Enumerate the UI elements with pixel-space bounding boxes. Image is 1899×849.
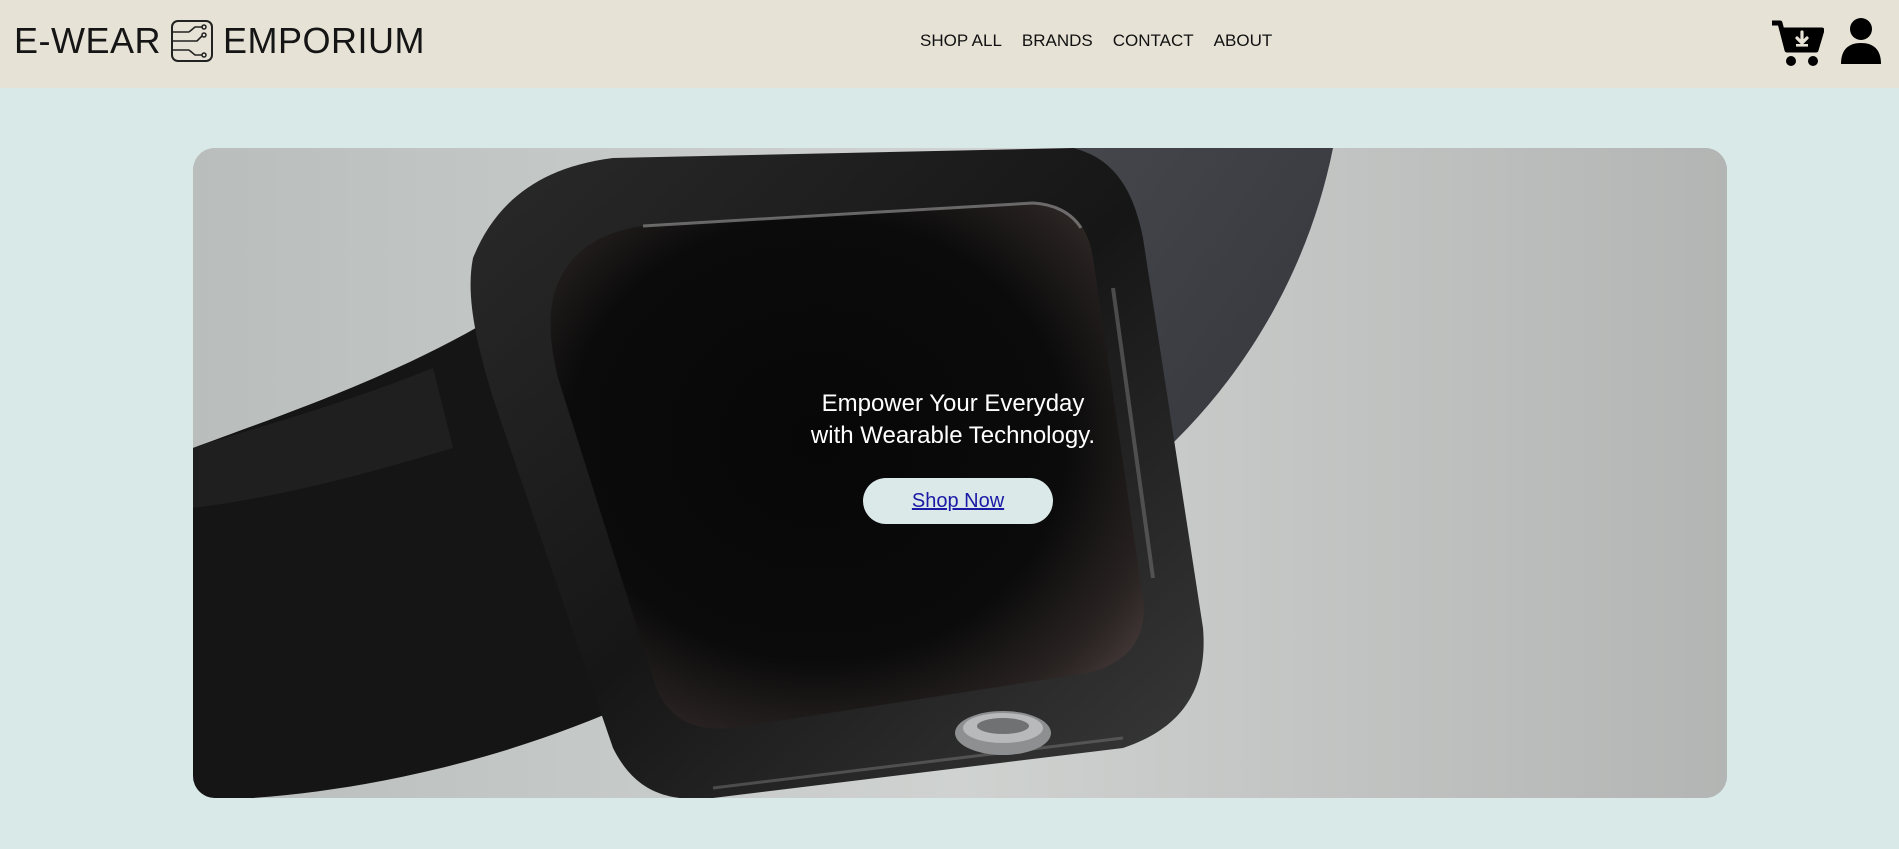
hero-banner: Empower Your Everyday with Wearable Tech… bbox=[193, 148, 1727, 798]
hero-headline-line-2: with Wearable Technology. bbox=[810, 422, 1096, 449]
nav-contact[interactable]: CONTACT bbox=[1113, 31, 1194, 51]
brand-name-right: EMPORIUM bbox=[223, 20, 425, 61]
shop-now-button[interactable]: Shop Now bbox=[863, 478, 1053, 524]
nav-brands[interactable]: BRANDS bbox=[1022, 31, 1093, 51]
brand-name-left: E-WEAR bbox=[14, 20, 161, 61]
nav-about[interactable]: ABOUT bbox=[1214, 31, 1273, 51]
brand-logo[interactable]: E-WEAR EMPORIUM bbox=[14, 16, 425, 66]
cart-download-icon[interactable] bbox=[1770, 18, 1824, 68]
user-icon[interactable] bbox=[1839, 17, 1883, 65]
main-nav: SHOP ALL BRANDS CONTACT ABOUT bbox=[920, 31, 1272, 51]
hero-headline-line-1: Empower Your Everyday bbox=[821, 390, 1085, 417]
nav-shop-all[interactable]: SHOP ALL bbox=[920, 31, 1002, 51]
smartwatch-photo bbox=[193, 148, 1727, 798]
circuit-chip-icon bbox=[171, 20, 213, 62]
site-header: E-WEAR EMPORIUM SHOP ALL BRANDS CONTACT … bbox=[0, 0, 1899, 88]
hero-headline: Empower Your Everyday with Wearable Tech… bbox=[803, 388, 1103, 452]
